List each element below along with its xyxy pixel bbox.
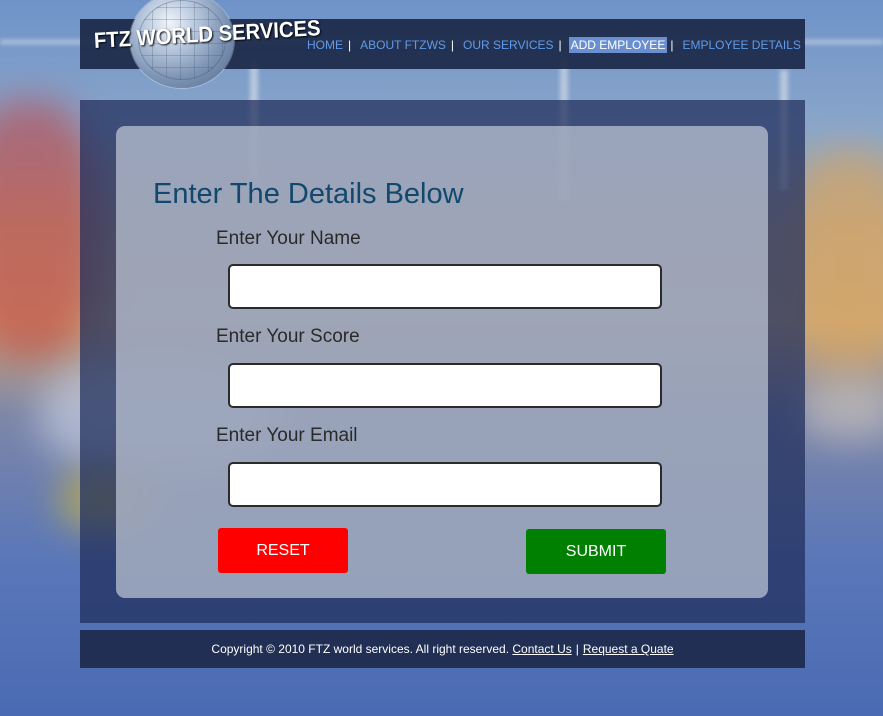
nav-separator: | [348,38,352,52]
main-nav: HOME | ABOUT FTZWS | OUR SERVICES | ADD … [305,37,803,53]
email-input[interactable] [228,462,662,507]
nav-separator: | [670,38,674,52]
nav-employee-details[interactable]: EMPLOYEE DETAILS [680,37,802,53]
name-input[interactable] [228,264,662,309]
form-title: Enter The Details Below [153,178,464,210]
request-quote-link[interactable]: Request a Quate [583,642,674,656]
submit-button[interactable]: SUBMIT [526,529,666,574]
email-label: Enter Your Email [216,425,358,446]
score-input[interactable] [228,363,662,408]
contact-us-link[interactable]: Contact Us [512,642,571,656]
nav-separator: | [450,38,455,52]
name-label: Enter Your Name [216,228,361,249]
nav-add-employee[interactable]: ADD EMPLOYEE [568,37,668,53]
site-footer: Copyright © 2010 FTZ world services. All… [80,630,805,668]
copyright-text: Copyright © 2010 FTZ world services. All… [211,642,510,656]
nav-separator: | [558,38,562,52]
nav-about[interactable]: ABOUT FTZWS [358,37,448,53]
nav-home[interactable]: HOME [305,37,345,53]
score-label: Enter Your Score [216,326,360,347]
nav-services[interactable]: OUR SERVICES [461,37,555,53]
reset-button[interactable]: RESET [218,528,348,573]
footer-separator: | [575,642,579,656]
